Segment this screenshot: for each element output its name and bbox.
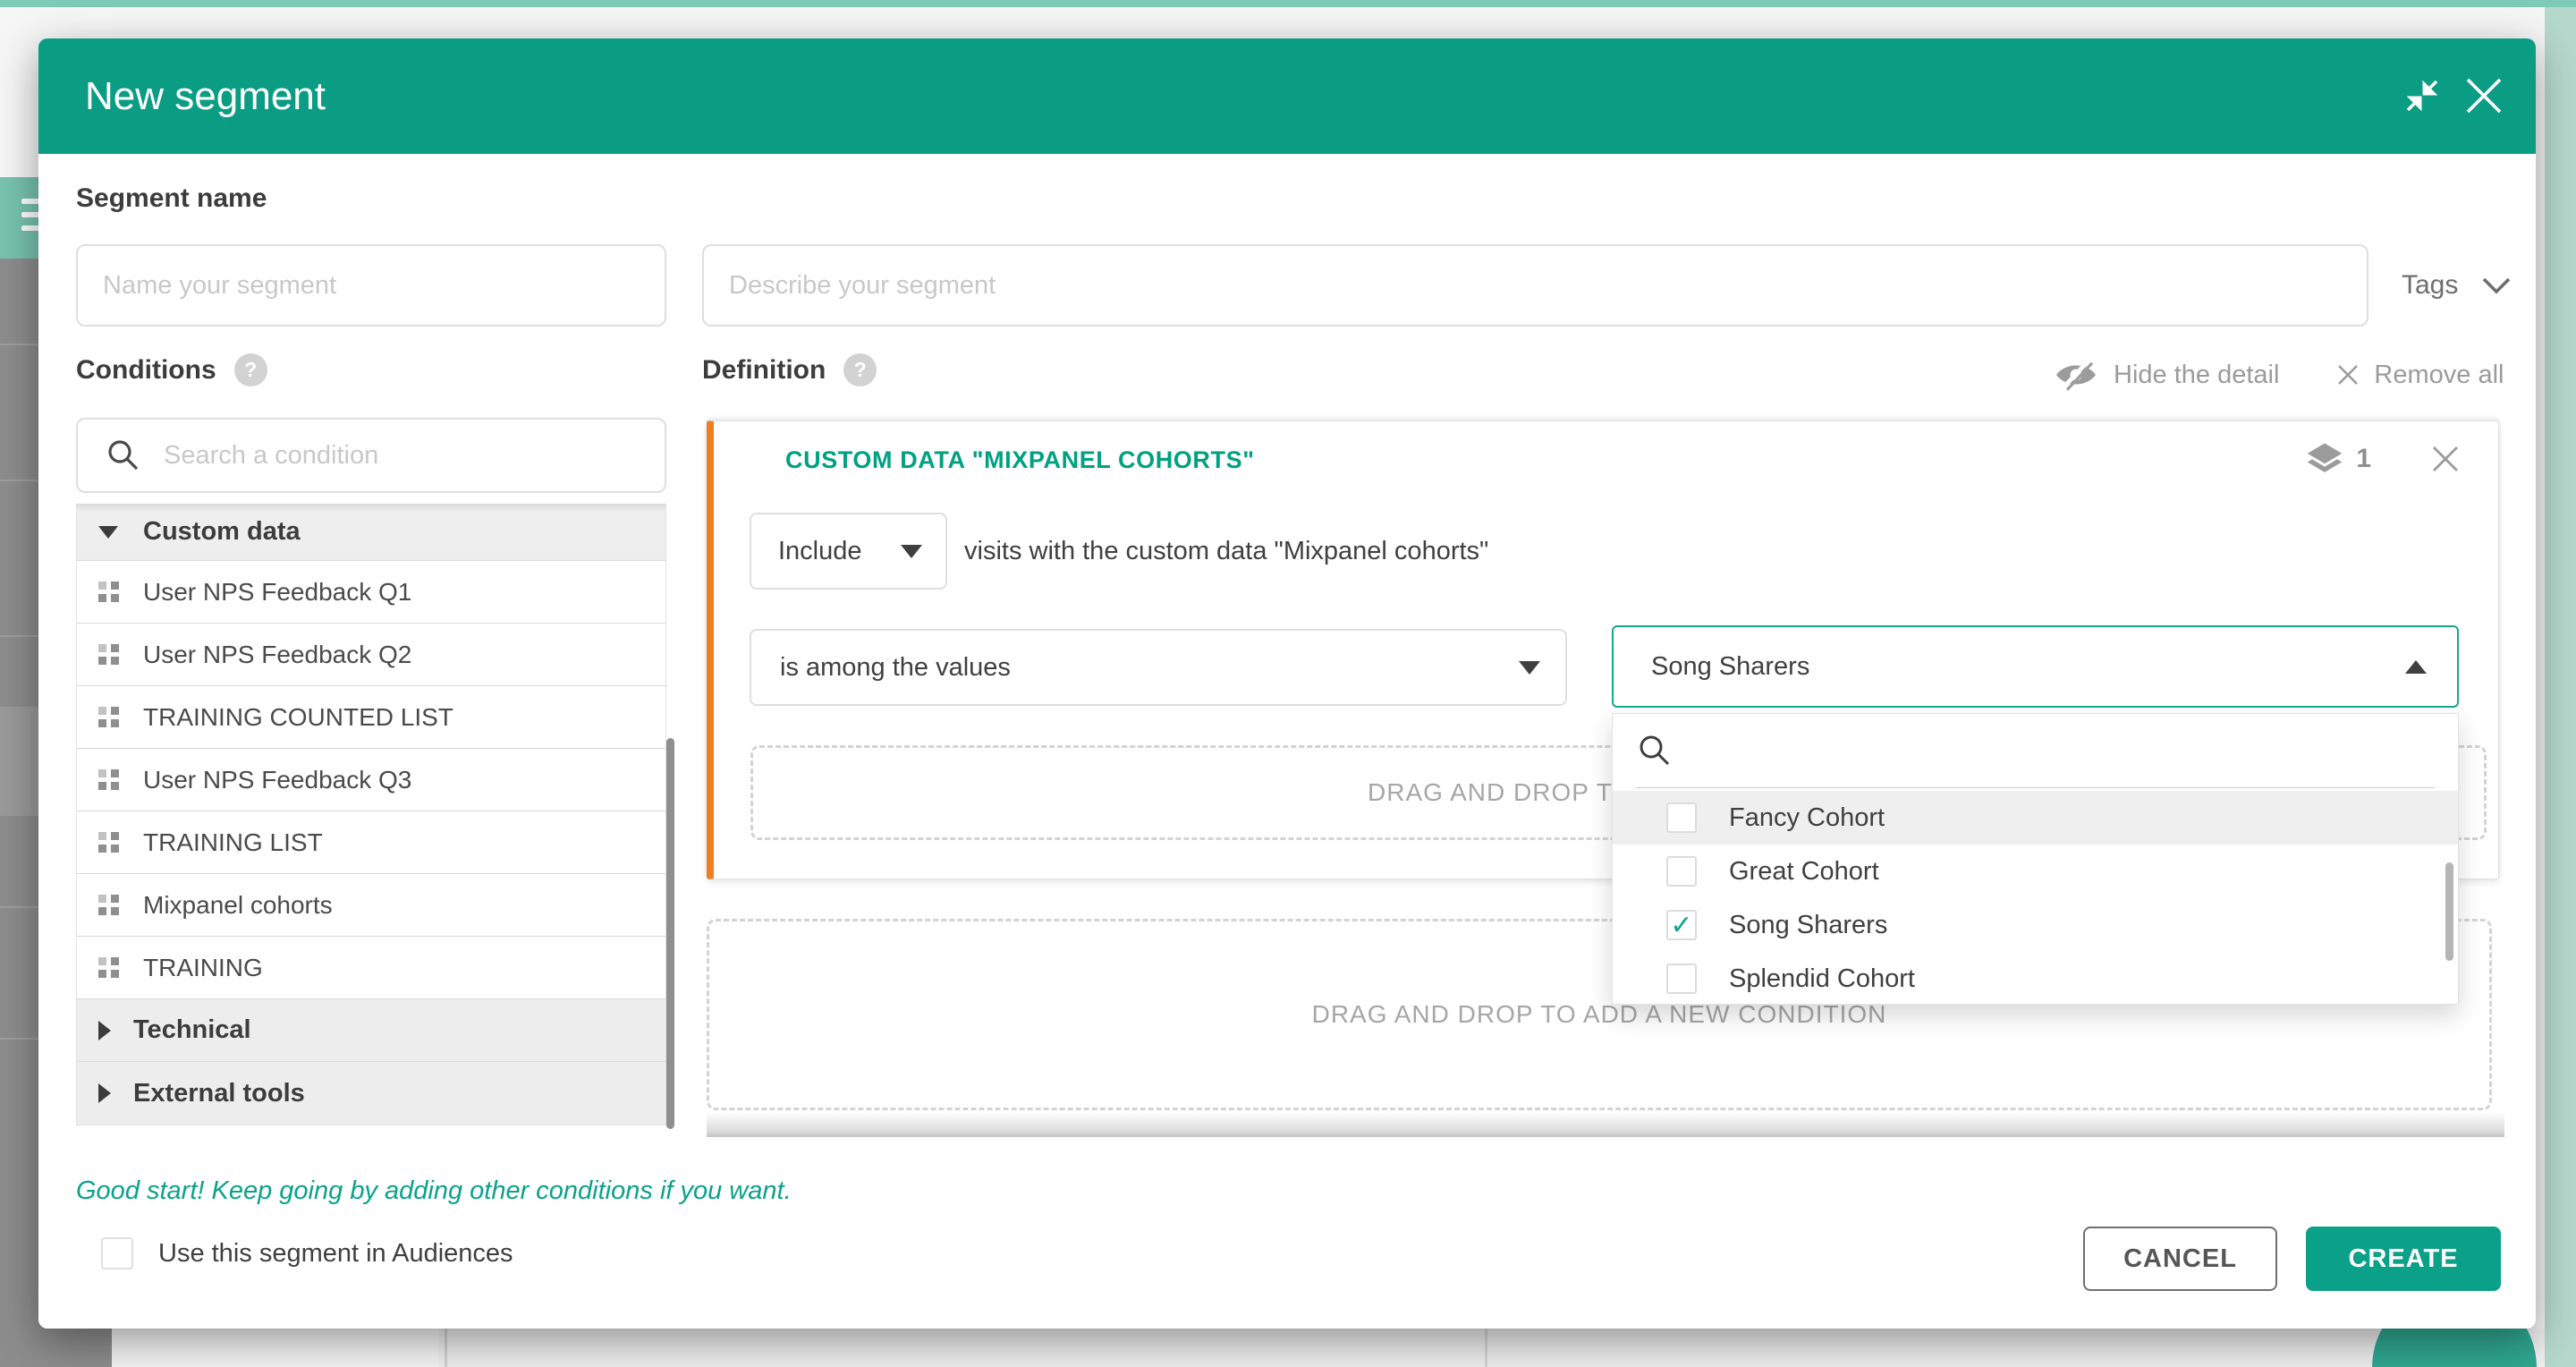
condition-item[interactable]: TRAINING LIST — [77, 811, 665, 874]
hide-detail-button[interactable]: Hide the detail — [2114, 361, 2279, 390]
layers-icon — [2306, 441, 2343, 477]
screen: New segment Segment name Tags — [0, 0, 2576, 1367]
condition-item[interactable]: TRAINING COUNTED LIST — [77, 686, 665, 749]
option-row[interactable]: Song Sharers — [1613, 898, 2458, 952]
segment-description-input[interactable] — [702, 244, 2368, 327]
value-dropdown[interactable]: Song Sharers — [1612, 625, 2459, 708]
condition-sentence: visits with the custom data "Mixpanel co… — [964, 513, 1488, 590]
chevron-down-icon — [2481, 276, 2512, 295]
conditions-heading: Conditions ? — [76, 353, 267, 386]
dropdown-scrollbar[interactable] — [2445, 862, 2453, 961]
checkbox[interactable] — [1666, 964, 1697, 994]
checkbox[interactable] — [1666, 802, 1697, 833]
option-row[interactable]: Great Cohort — [1613, 845, 2458, 898]
drag-handle-icon — [98, 769, 119, 790]
remove-all-button[interactable]: Remove all — [2374, 361, 2504, 390]
modal-header: New segment — [38, 38, 2536, 154]
drag-handle-icon — [98, 582, 119, 602]
group-technical[interactable]: Technical — [77, 999, 665, 1062]
condition-item[interactable]: User NPS Feedback Q1 — [77, 561, 665, 624]
audiences-label: Use this segment in Audiences — [158, 1239, 513, 1269]
condition-item[interactable]: User NPS Feedback Q2 — [77, 624, 665, 686]
modal-title: New segment — [85, 38, 326, 154]
option-row[interactable]: Fancy Cohort — [1613, 791, 2458, 845]
caret-down-icon — [901, 545, 922, 558]
definition-heading: Definition ? — [702, 353, 877, 386]
checkbox-checked[interactable] — [1666, 910, 1697, 940]
value-dropdown-panel: Fancy Cohort Great Cohort Song Sharers S… — [1612, 713, 2459, 1005]
cancel-button[interactable]: CANCEL — [2083, 1227, 2277, 1291]
page-top-bar — [0, 0, 2576, 7]
drag-handle-icon — [98, 895, 119, 915]
conditions-scrollbar[interactable] — [666, 738, 674, 1129]
audiences-checkbox-row[interactable]: Use this segment in Audiences — [76, 1237, 513, 1269]
help-icon[interactable]: ? — [843, 353, 877, 386]
condition-search-box — [76, 418, 666, 493]
condition-card-title: CUSTOM DATA "MIXPANEL COHORTS" — [785, 446, 1255, 474]
tip-text: Good start! Keep going by adding other c… — [76, 1176, 792, 1206]
caret-up-icon — [2405, 660, 2427, 674]
group-external-tools[interactable]: External tools — [77, 1062, 665, 1125]
triangle-right-icon — [98, 1083, 111, 1103]
tags-dropdown[interactable]: Tags — [2402, 244, 2512, 327]
drag-handle-icon — [98, 707, 119, 727]
close-condition-icon[interactable] — [2428, 442, 2462, 476]
operator-dropdown[interactable]: is among the values — [750, 629, 1567, 706]
remove-all-icon — [2334, 361, 2361, 388]
caret-down-icon — [1519, 661, 1540, 675]
collapse-icon[interactable] — [2402, 76, 2442, 115]
definition-scroll-shadow — [707, 1112, 2504, 1137]
drag-handle-icon — [98, 832, 119, 853]
tags-label: Tags — [2402, 270, 2458, 301]
condition-item[interactable]: TRAINING — [77, 937, 665, 999]
condition-item[interactable]: User NPS Feedback Q3 — [77, 749, 665, 811]
conditions-list: Custom data User NPS Feedback Q1 User NP… — [76, 504, 666, 1125]
include-dropdown[interactable]: Include — [750, 513, 947, 590]
page-right-panel — [2545, 7, 2576, 1367]
checkbox[interactable] — [101, 1237, 133, 1269]
segment-name-label: Segment name — [76, 183, 267, 214]
close-icon[interactable] — [2464, 76, 2504, 115]
search-icon — [105, 437, 142, 474]
group-custom-data[interactable]: Custom data — [77, 504, 665, 561]
checkbox[interactable] — [1666, 856, 1697, 887]
page-content-behind-modal — [112, 1329, 2545, 1367]
condition-search-input[interactable] — [162, 440, 627, 471]
new-segment-modal: New segment Segment name Tags — [38, 38, 2536, 1329]
option-row[interactable]: Splendid Cohort — [1613, 952, 2458, 1006]
segment-name-input[interactable] — [76, 244, 666, 327]
triangle-down-icon — [98, 526, 118, 539]
search-icon — [1636, 732, 1674, 769]
drag-handle-icon — [98, 644, 119, 665]
eye-slash-icon — [2053, 357, 2099, 393]
stack-count: 1 — [2356, 444, 2371, 474]
triangle-right-icon — [98, 1021, 111, 1040]
drag-handle-icon — [98, 957, 119, 978]
create-button[interactable]: CREATE — [2306, 1227, 2501, 1291]
help-icon[interactable]: ? — [234, 353, 267, 386]
condition-item[interactable]: Mixpanel cohorts — [77, 874, 665, 937]
